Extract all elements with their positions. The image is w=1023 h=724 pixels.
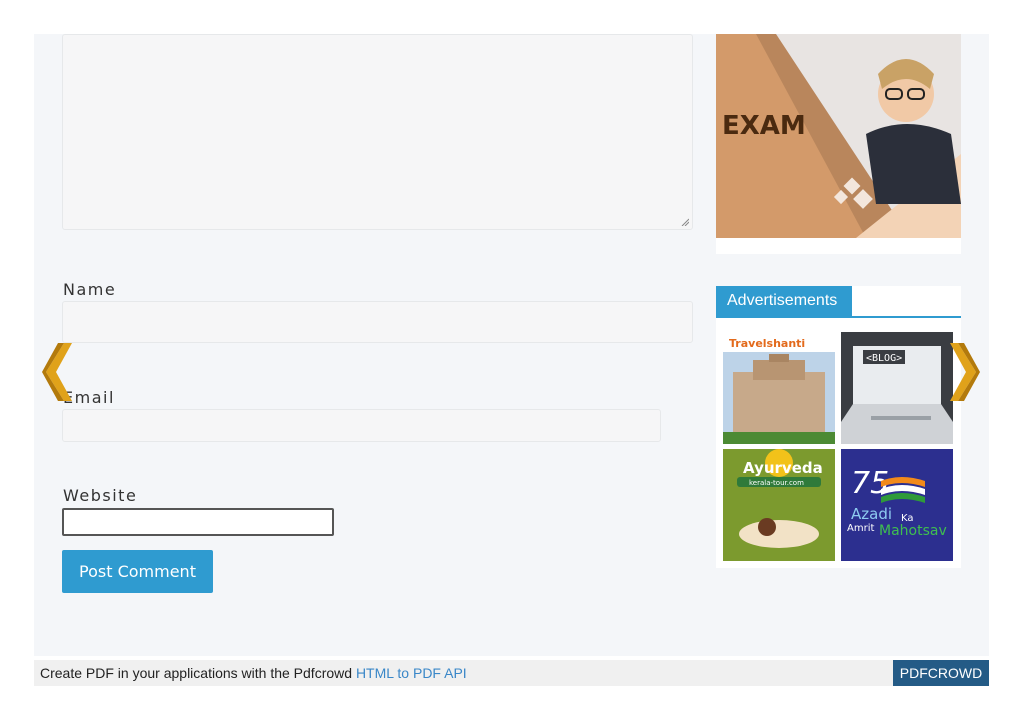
- website-label: Website: [63, 486, 138, 505]
- carousel-prev-arrow-icon[interactable]: [42, 343, 74, 401]
- footer-link[interactable]: HTML to PDF API: [356, 665, 467, 681]
- pdfcrowd-footer: Create PDF in your applications with the…: [34, 660, 989, 686]
- pdfcrowd-badge[interactable]: PDFCROWD: [893, 660, 989, 686]
- ad-ayurveda-sub: kerala-tour.com: [749, 479, 804, 487]
- ad-travelshanti[interactable]: Travelshanti: [723, 332, 835, 444]
- ad-blog-text: <BLOG>: [866, 353, 902, 364]
- ad-azadi-line3: Amrit: [847, 523, 874, 534]
- ad-azadi[interactable]: 75 Azadi Ka Amrit Mahotsav: [841, 449, 953, 561]
- post-comment-button[interactable]: Post Comment: [62, 550, 213, 593]
- website-input[interactable]: [62, 508, 334, 536]
- ad-ayurveda-text: Ayurveda: [743, 459, 823, 477]
- name-input[interactable]: [62, 301, 693, 343]
- exam-banner-text: EXAM: [722, 111, 806, 141]
- ad-azadi-line4: Mahotsav: [879, 523, 947, 539]
- carousel-next-arrow-icon[interactable]: [948, 343, 980, 401]
- ad-travelshanti-text: Travelshanti: [729, 337, 805, 350]
- resize-grip-icon[interactable]: [681, 218, 689, 226]
- ad-azadi-line1: Azadi: [851, 505, 892, 523]
- advertisements-title: Advertisements: [716, 286, 852, 316]
- comment-textarea[interactable]: [62, 34, 693, 230]
- name-label: Name: [63, 280, 117, 299]
- exam-banner[interactable]: EXAM: [716, 34, 961, 238]
- email-input[interactable]: [62, 409, 661, 442]
- advertisements-header: Advertisements: [716, 286, 961, 318]
- ad-ayurveda[interactable]: Ayurveda kerala-tour.com: [723, 449, 835, 561]
- ad-blog[interactable]: <BLOG>: [841, 332, 953, 444]
- footer-text: Create PDF in your applications with the…: [40, 665, 356, 681]
- exam-banner-art: EXAM: [716, 34, 961, 238]
